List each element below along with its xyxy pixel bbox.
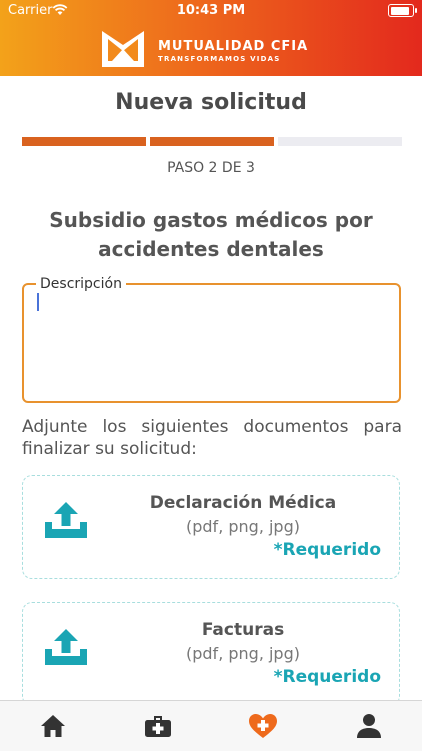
required-label: *Requerido — [273, 667, 381, 687]
upload-title: Facturas — [201, 620, 285, 640]
upload-facturas[interactable]: Facturas (pdf, png, jpg) *Requerido — [22, 602, 400, 706]
tab-requests[interactable] — [233, 701, 293, 751]
description-label: Descripción — [36, 276, 126, 292]
clock: 10:43 PM — [176, 3, 246, 18]
heart-plus-icon — [249, 714, 277, 738]
upload-title: Declaración Médica — [149, 493, 337, 513]
description-field[interactable]: Descripción — [22, 276, 401, 403]
progress-bar — [22, 137, 402, 146]
progress-segment-1 — [22, 137, 146, 146]
tab-home[interactable] — [23, 701, 83, 751]
upload-icon — [45, 629, 87, 665]
battery-icon — [388, 4, 417, 17]
home-icon — [41, 715, 65, 737]
progress-segment-3 — [278, 137, 402, 146]
required-label: *Requerido — [273, 540, 381, 560]
tab-profile[interactable] — [339, 701, 399, 751]
upload-formats: (pdf, png, jpg) — [186, 644, 300, 663]
page-title: Nueva solicitud — [115, 90, 307, 115]
medical-kit-icon — [145, 716, 171, 737]
request-type-title: Subsidio gastos médicos por accidentes d… — [49, 208, 373, 261]
tab-medical[interactable] — [128, 701, 188, 751]
brand-logo-icon — [102, 31, 144, 67]
tab-bar — [0, 700, 422, 751]
attachments-instructions: Adjunte los siguientes documentos para f… — [22, 417, 402, 459]
upload-declaracion-medica[interactable]: Declaración Médica (pdf, png, jpg) *Requ… — [22, 475, 400, 579]
header-bar: Carrier 10:43 PM MUTUALIDAD CFIA TRANSFO… — [0, 0, 422, 76]
brand-name: MUTUALIDAD CFIA — [158, 39, 309, 54]
status-bar: Carrier 10:43 PM — [0, 3, 422, 21]
upload-icon — [45, 502, 87, 538]
step-indicator: PASO 2 DE 3 — [167, 160, 255, 176]
brand-tagline: TRANSFORMAMOS VIDAS — [158, 55, 281, 63]
user-icon — [357, 714, 381, 738]
text-cursor — [37, 293, 39, 311]
upload-formats: (pdf, png, jpg) — [186, 517, 300, 536]
progress-segment-2 — [150, 137, 274, 146]
